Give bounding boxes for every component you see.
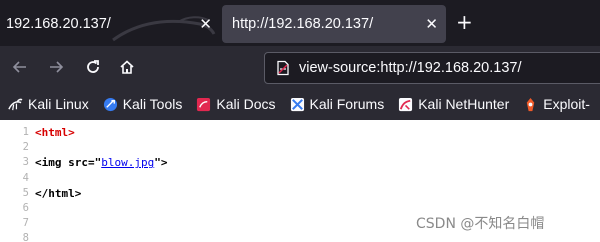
tab-strip: 192.168.20.137/ ✕ http://192.168.20.137/… — [0, 0, 600, 46]
line-number: 6 — [22, 201, 29, 214]
url-text: view-source:http://192.168.20.137/ — [299, 60, 522, 76]
bookmark-label: Kali Linux — [28, 96, 89, 112]
bookmark-label: Kali Tools — [122, 96, 183, 112]
reload-icon — [87, 60, 99, 73]
source-line: 1 <html> — [0, 125, 600, 140]
new-tab-button[interactable]: + — [456, 12, 473, 32]
home-button[interactable] — [116, 56, 138, 78]
img-tag-close: "> — [154, 156, 168, 170]
bookmarks-toolbar: Kali Linux Kali Tools Kali Docs Kali For… — [0, 88, 600, 120]
source-line: 3 <img src=" blow.jpg "> — [0, 155, 600, 170]
line-number: 8 — [22, 232, 29, 242]
kali-dragon-icon — [8, 98, 23, 110]
bookmark-kali-docs[interactable]: Kali Docs — [196, 96, 276, 112]
bookmark-kali-nethunter[interactable]: Kali NetHunter — [398, 96, 509, 112]
tab-close-icon[interactable]: ✕ — [425, 15, 438, 33]
kali-tools-icon — [103, 97, 117, 111]
img-tag-open: <img src=" — [35, 156, 102, 170]
line-number: 7 — [22, 217, 29, 230]
bookmark-label: Kali Forums — [309, 96, 385, 112]
exploit-db-icon — [527, 97, 535, 111]
bookmark-label: Exploit- — [543, 96, 590, 112]
arrow-right-icon — [50, 61, 64, 73]
bookmark-kali-forums[interactable]: Kali Forums — [290, 96, 385, 112]
line-number: 1 — [22, 126, 29, 138]
back-button[interactable] — [9, 56, 31, 78]
forward-button[interactable] — [45, 56, 67, 78]
bookmark-label: Kali Docs — [216, 96, 276, 112]
img-src-link[interactable]: blow.jpg — [101, 155, 154, 170]
bookmark-label: Kali NetHunter — [418, 96, 510, 112]
kali-docs-icon — [197, 97, 211, 111]
navigation-toolbar: view-source:http://192.168.20.137/ — [0, 46, 600, 88]
source-line: 5 </html> — [0, 186, 600, 201]
line-number: 5 — [22, 186, 29, 199]
nethunter-icon — [399, 97, 413, 111]
html-close-tag: </html> — [35, 186, 82, 200]
csdn-watermark: CSDN @不知名白帽 — [416, 216, 545, 232]
tab-1[interactable]: 192.168.20.137/ ✕ — [0, 4, 220, 44]
line-number: 2 — [22, 141, 29, 154]
kali-forums-icon — [290, 97, 304, 111]
reload-button[interactable] — [82, 56, 104, 78]
bookmark-kali-tools[interactable]: Kali Tools — [103, 96, 183, 112]
home-icon — [120, 60, 134, 74]
line-number: 3 — [22, 156, 29, 169]
source-line: 2 — [0, 140, 600, 155]
tab-2-active[interactable]: http://192.168.20.137/ ✕ — [222, 5, 446, 43]
url-bar[interactable]: view-source:http://192.168.20.137/ — [264, 52, 600, 84]
line-number: 4 — [22, 171, 29, 184]
bookmark-exploit-db[interactable]: Exploit- — [523, 96, 590, 112]
page-icon — [277, 60, 289, 76]
html-open-tag: <html> — [35, 126, 75, 139]
arrow-left-icon — [12, 61, 26, 73]
tab-title: http://192.168.20.137/ — [232, 16, 374, 32]
tab-title: 192.168.20.137/ — [6, 16, 111, 32]
bookmark-kali-linux[interactable]: Kali Linux — [8, 96, 89, 112]
source-line: 4 — [0, 171, 600, 186]
tab-close-icon[interactable]: ✕ — [199, 15, 212, 33]
